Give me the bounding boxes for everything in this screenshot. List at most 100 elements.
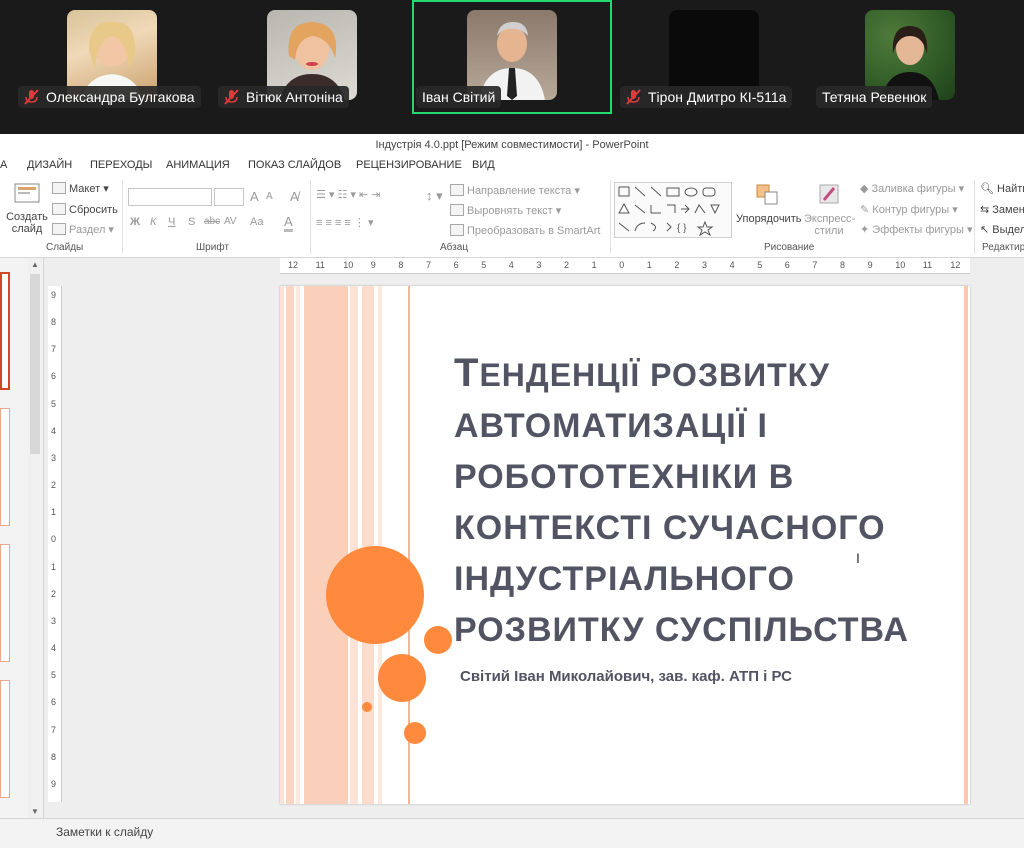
ruler-tick-label: 6	[453, 260, 459, 270]
quick-styles-icon	[819, 184, 839, 204]
tab-design[interactable]: ДИЗАЙН	[27, 159, 72, 171]
strikethrough-button[interactable]: abc	[204, 216, 220, 227]
participant-name-tag: Тірон Дмитро КІ-511а	[620, 86, 793, 108]
ruler-tick-label: 8	[840, 260, 846, 270]
participant-tile[interactable]: Олександра Булгакова	[14, 0, 210, 114]
shape-effects-button[interactable]: ✦ Эффекты фигуры ▾	[860, 223, 973, 236]
svg-text:{ }: { }	[677, 223, 687, 234]
tab-home[interactable]: А	[0, 159, 7, 171]
decorative-stripe	[362, 286, 374, 804]
ruler-tick-label: 6	[51, 697, 57, 708]
shape-outline-button[interactable]: ✎ Контур фигуры ▾	[860, 203, 958, 216]
ruler-tick-label: 1	[51, 507, 57, 518]
arrange-button[interactable]: Упорядочить	[736, 182, 801, 242]
scroll-up-arrow[interactable]: ▲	[31, 260, 39, 269]
grow-font-button[interactable]: A	[250, 189, 259, 204]
tab-transitions[interactable]: ПЕРЕХОДЫ	[90, 159, 152, 171]
reset-button[interactable]: Сбросить	[52, 203, 118, 216]
new-slide-icon	[14, 183, 40, 203]
tab-animation[interactable]: АНИМАЦИЯ	[166, 159, 230, 171]
shadow-button[interactable]: S	[188, 216, 195, 228]
font-size-dropdown[interactable]	[214, 188, 244, 206]
participant-name-tag: Іван Світий	[416, 86, 502, 108]
align-buttons[interactable]: ≡ ≡ ≡ ≡ ⋮ ▾	[316, 216, 373, 229]
shapes-gallery[interactable]: { }	[614, 182, 732, 238]
horizontal-ruler[interactable]: 12 11 10 9 8 7 6 5 4 3 2 1 0 1 2 3 4 5 6 7 8 9 10 11 12	[280, 258, 970, 274]
participant-tile[interactable]: Тірон Дмитро КІ-511а	[616, 0, 812, 114]
font-family-dropdown[interactable]	[128, 188, 212, 206]
char-spacing-button[interactable]: AV	[224, 216, 237, 227]
text-direction-button[interactable]: Направление текста ▾	[450, 184, 580, 197]
new-slide-label: Создать	[6, 211, 48, 223]
scroll-down-arrow[interactable]: ▼	[31, 807, 39, 816]
ruler-tick-label: 2	[51, 588, 57, 599]
ruler-tick-label: 1	[646, 260, 652, 270]
underline-button[interactable]: Ч	[168, 216, 175, 228]
slide-thumbnail[interactable]	[0, 408, 10, 526]
slide-thumbnail[interactable]	[0, 680, 10, 798]
layout-button[interactable]: Макет ▾	[52, 182, 109, 195]
window-title: Індустрія 4.0.ppt [Режим совместимости] …	[0, 134, 1024, 156]
shrink-font-button[interactable]: A	[266, 191, 273, 202]
ruler-tick-label: 4	[51, 643, 57, 654]
text-direction-icon	[450, 184, 464, 196]
slide-thumbnail[interactable]	[0, 544, 10, 662]
ruler-tick-label: 5	[757, 260, 763, 270]
scrollbar-thumb[interactable]	[30, 274, 40, 454]
line-spacing-button[interactable]: ↕ ▾	[426, 188, 443, 204]
slide-subtitle[interactable]: Світий Іван Миколайович, зав. каф. АТП і…	[460, 668, 960, 685]
tab-view[interactable]: ВИД	[472, 159, 495, 171]
participant-name: Олександра Булгакова	[46, 89, 195, 105]
ruler-tick-label: 3	[536, 260, 542, 270]
ruler-tick-label: 8	[51, 317, 57, 328]
change-case-button[interactable]: Aa	[250, 216, 263, 228]
reset-label: Сбросить	[69, 204, 118, 216]
participant-tile-active-speaker[interactable]: Іван Світий	[412, 0, 612, 114]
shape-fill-button[interactable]: ◆ Заливка фигуры ▾	[860, 182, 964, 195]
thumbnails-scrollbar[interactable]: ▲ ▼	[28, 258, 42, 818]
ruler-tick-label: 6	[784, 260, 790, 270]
tab-review[interactable]: РЕЦЕНЗИРОВАНИЕ	[356, 159, 462, 171]
participant-tile[interactable]: Тетяна Ревенюк	[812, 0, 1008, 114]
clear-format-button[interactable]: A̸	[290, 189, 299, 204]
ruler-tick-label: 7	[51, 724, 57, 735]
ruler-tick-label: 7	[426, 260, 432, 270]
bullets-button[interactable]: ☰ ▾ ☷ ▾ ⇤ ⇥	[316, 188, 380, 201]
slide-title-line: контексті сучасного	[454, 509, 886, 547]
new-slide-label-2: слайд	[11, 223, 43, 235]
text-direction-label: Направление текста	[467, 185, 572, 197]
slide-title[interactable]: ТЕНДЕНЦІЇ РОЗВИТКУ автоматизації і робот…	[454, 348, 954, 656]
vertical-ruler[interactable]: 9 8 7 6 5 4 3 2 1 0 1 2 3 4 5 6 7 8 9	[48, 286, 62, 802]
group-label-editing: Редактиро	[982, 242, 1024, 253]
smartart-button[interactable]: Преобразовать в SmartArt	[450, 224, 600, 237]
participant-strip: Олександра Булгакова Вітюк Антоніна Іван…	[0, 0, 1024, 134]
decorative-stripe	[304, 286, 348, 804]
group-separator	[122, 180, 123, 254]
new-slide-button[interactable]: Создать слайд	[6, 182, 48, 240]
participant-name-tag: Вітюк Антоніна	[218, 86, 349, 108]
align-text-button[interactable]: Выровнять текст ▾	[450, 204, 561, 217]
slide-thumbnail-selected[interactable]	[0, 272, 10, 390]
decorative-circle	[362, 702, 372, 712]
decorative-stripe	[350, 286, 358, 804]
decorative-stripe	[296, 286, 300, 804]
participant-name: Тірон Дмитро КІ-511а	[648, 89, 787, 105]
participant-tile[interactable]: Вітюк Антоніна	[214, 0, 410, 114]
ruler-tick-label: 6	[51, 371, 57, 382]
select-button[interactable]: ↖ Выдел	[980, 223, 1024, 236]
quick-styles-button[interactable]: Экспресс- стили	[804, 182, 856, 242]
italic-button[interactable]: К	[150, 216, 156, 228]
section-button[interactable]: Раздел ▾	[52, 223, 114, 236]
font-color-button[interactable]: A	[284, 214, 293, 232]
shape-outline-icon: ✎	[860, 204, 873, 216]
tab-slideshow[interactable]: ПОКАЗ СЛАЙДОВ	[248, 159, 341, 171]
slide-canvas[interactable]: ТЕНДЕНЦІЇ РОЗВИТКУ автоматизації і робот…	[280, 286, 970, 804]
find-button[interactable]: 🔍︎ Найти	[980, 182, 1024, 195]
ruler-tick-label: 8	[398, 260, 404, 270]
bold-button[interactable]: Ж	[130, 216, 140, 228]
participant-name: Іван Світий	[422, 89, 496, 105]
quick-styles-label: Экспресс-	[804, 213, 856, 225]
ruler-tick-label: 2	[564, 260, 570, 270]
notes-pane[interactable]: Заметки к слайду	[0, 818, 1024, 848]
replace-button[interactable]: ⇆ Замен	[980, 203, 1024, 216]
